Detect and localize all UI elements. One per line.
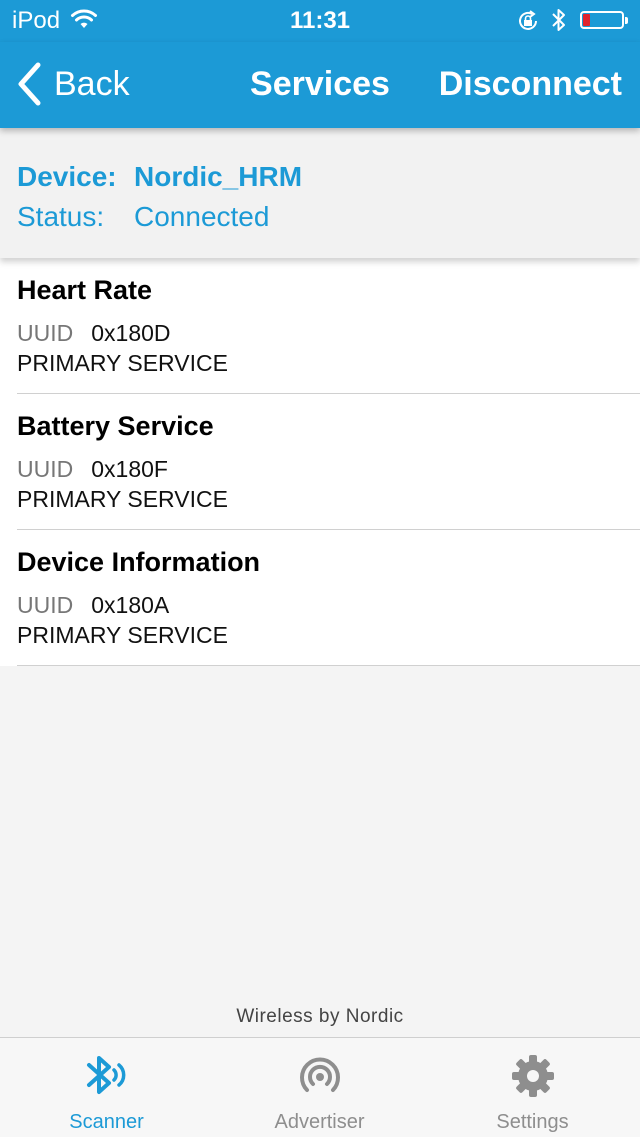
status-label: Status: (17, 201, 105, 232)
services-list: Heart Rate UUID 0x180D PRIMARY SERVICE Ba… (0, 258, 640, 666)
service-type: PRIMARY SERVICE (17, 622, 228, 648)
rotation-lock-icon (516, 9, 540, 40)
gear-icon (426, 1053, 639, 1101)
device-info-panel: Device: Nordic_HRM Status: Connected (0, 128, 640, 258)
service-item-battery[interactable]: Battery Service UUID 0x180F PRIMARY SERVI… (0, 394, 640, 530)
service-name: Battery Service (17, 411, 214, 441)
battery-nub (625, 17, 628, 24)
service-uuid: UUID 0x180F (17, 456, 168, 483)
device-row: Device: Nordic_HRM (17, 161, 302, 193)
bluetooth-icon (550, 6, 568, 41)
service-name: Device Information (17, 547, 261, 577)
device-label: Device: (17, 161, 117, 192)
tab-bar: Scanner Advertiser Settings (0, 1037, 640, 1137)
disconnect-button[interactable]: Disconnect (439, 65, 622, 104)
status-row: Status: Connected (17, 201, 269, 233)
uuid-label: UUID (17, 320, 74, 346)
tab-label: Settings (496, 1111, 569, 1133)
status-bar: iPod 11:31 (0, 0, 640, 42)
tab-label: Scanner (69, 1111, 144, 1133)
broadcast-icon (213, 1053, 426, 1101)
battery-icon (580, 11, 628, 29)
service-uuid: UUID 0x180D (17, 320, 171, 347)
navigation-bar: Back Services Disconnect (0, 42, 640, 128)
clock: 11:31 (289, 7, 351, 34)
service-item-heart-rate[interactable]: Heart Rate UUID 0x180D PRIMARY SERVICE (0, 258, 640, 394)
bluetooth-scan-icon (0, 1053, 213, 1101)
tab-advertiser[interactable]: Advertiser (213, 1038, 426, 1137)
uuid-value: 0x180F (91, 456, 168, 482)
battery-fill (583, 14, 590, 26)
uuid-value: 0x180A (91, 592, 170, 618)
service-type: PRIMARY SERVICE (17, 350, 228, 376)
divider (17, 665, 640, 666)
device-name: Nordic_HRM (134, 161, 303, 192)
tab-label: Advertiser (274, 1111, 365, 1133)
service-name: Heart Rate (17, 275, 153, 305)
chevron-left-icon (18, 62, 41, 106)
service-uuid: UUID 0x180A (17, 592, 169, 619)
brand-footer: Wireless by Nordic (236, 1006, 404, 1027)
uuid-label: UUID (17, 456, 74, 482)
back-label: Back (54, 64, 130, 103)
back-button[interactable]: Back (16, 62, 130, 106)
uuid-value: 0x180D (91, 320, 171, 346)
connection-status: Connected (134, 201, 270, 232)
service-type: PRIMARY SERVICE (17, 486, 228, 512)
uuid-label: UUID (17, 592, 74, 618)
tab-settings[interactable]: Settings (426, 1038, 639, 1137)
service-item-device-information[interactable]: Device Information UUID 0x180A PRIMARY SE… (0, 530, 640, 666)
tab-scanner[interactable]: Scanner (0, 1038, 213, 1137)
